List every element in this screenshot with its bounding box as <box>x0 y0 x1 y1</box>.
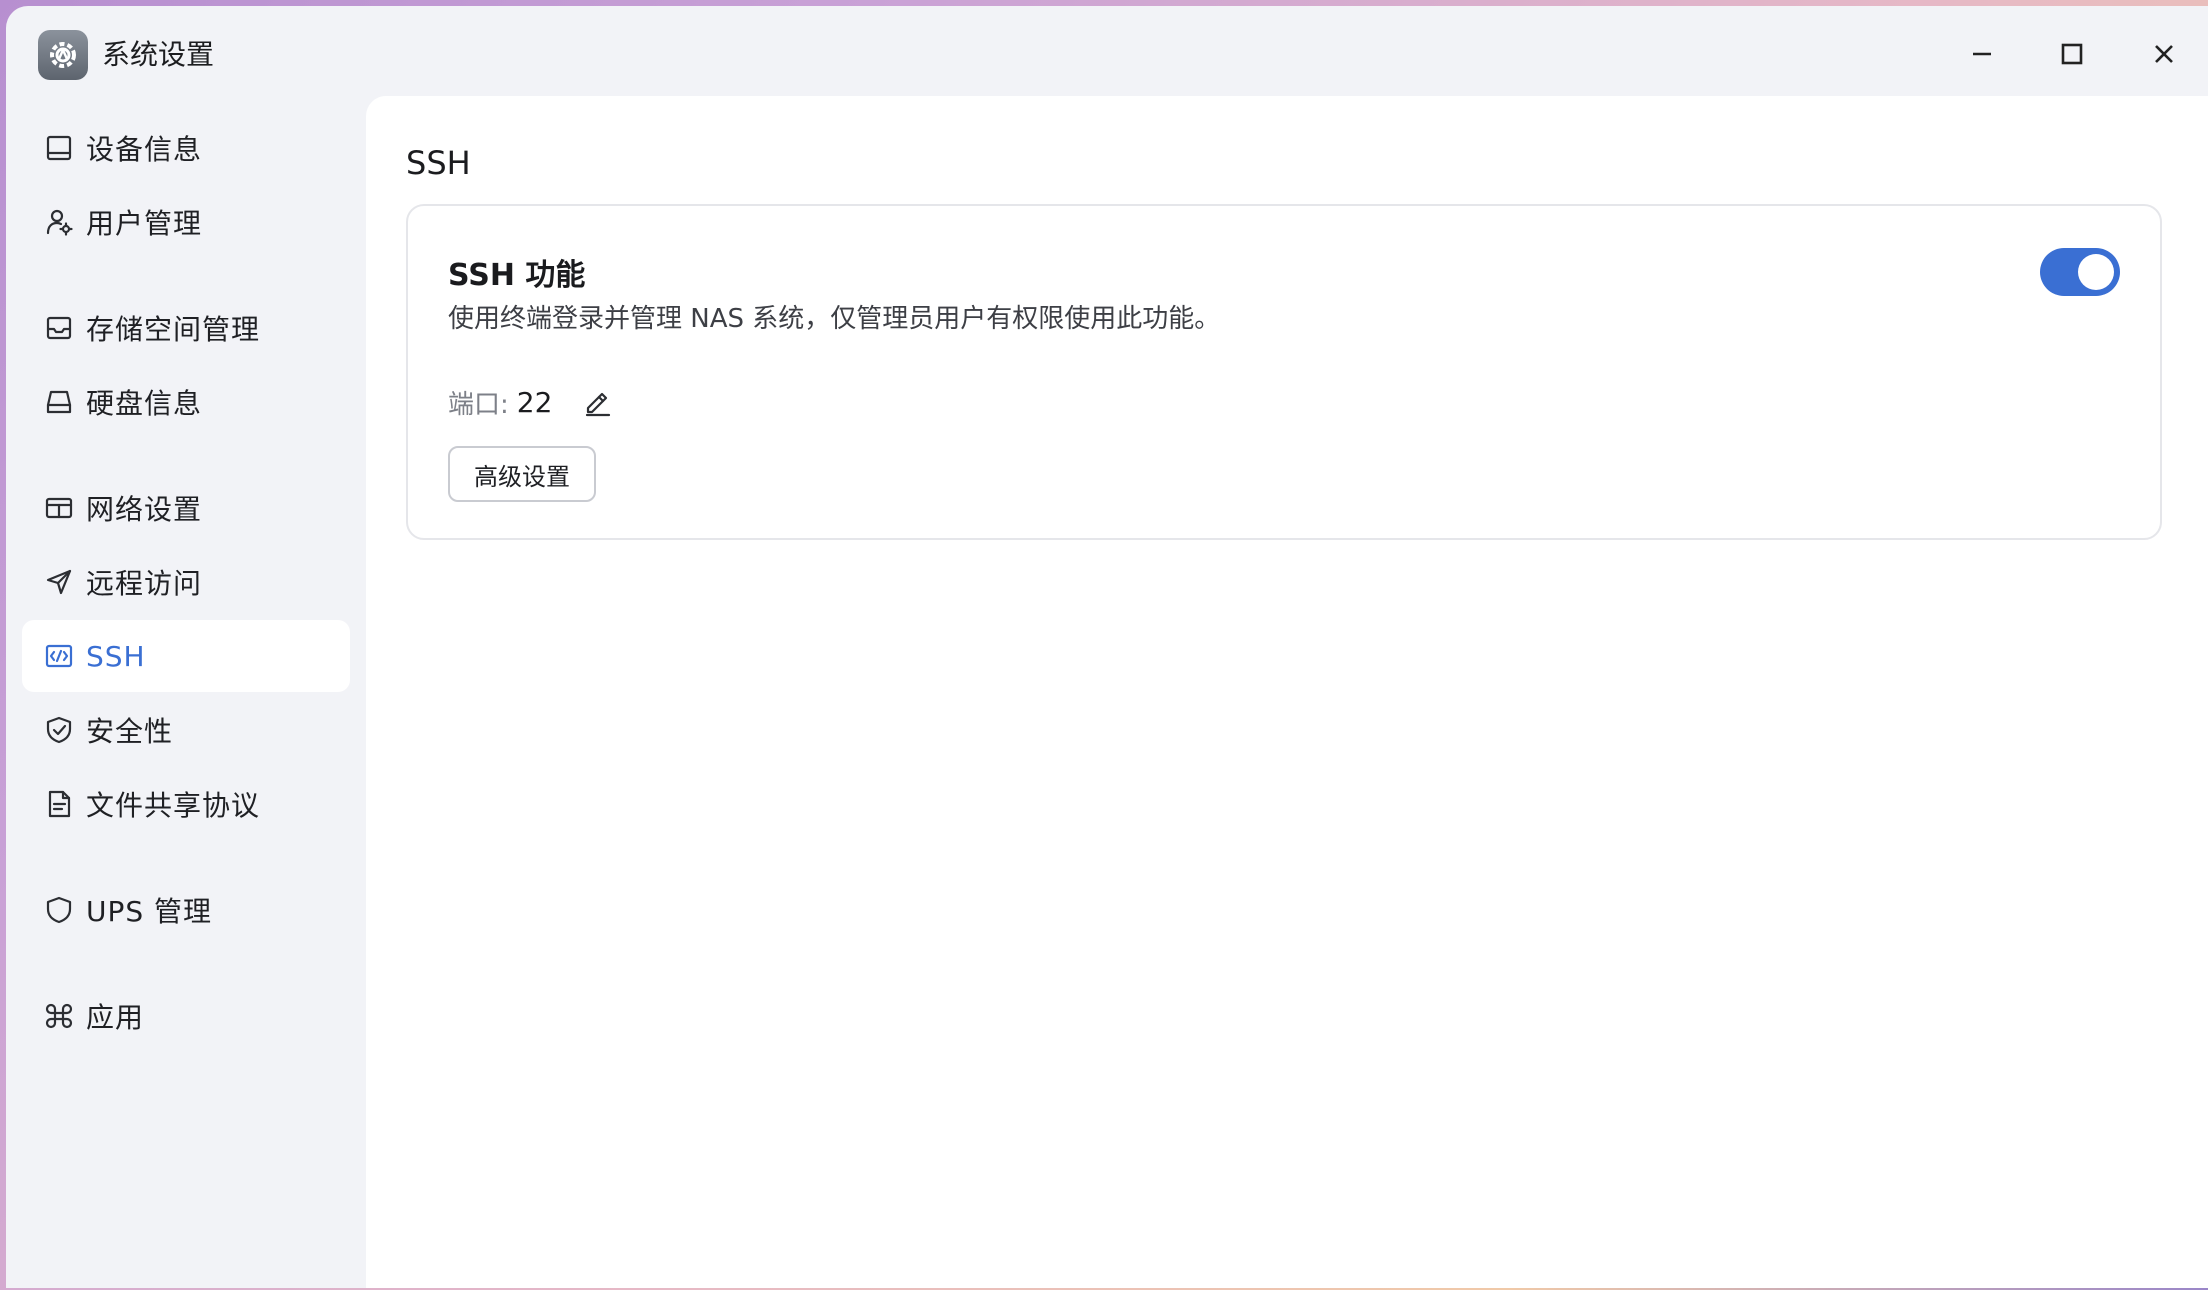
gear-icon <box>38 30 88 80</box>
page-title: SSH <box>406 144 471 182</box>
sidebar-item-storage[interactable]: 存储空间管理 <box>22 292 350 364</box>
shield-icon <box>44 895 74 925</box>
user-gear-icon <box>44 207 74 237</box>
sidebar-item-ups[interactable]: UPS 管理 <box>22 874 350 946</box>
settings-window: 系统设置 设备信息 用户管理 存储空间管理 硬盘信息 网络设置 远程访问 SSH… <box>6 6 2208 1288</box>
maximize-icon <box>2061 43 2083 65</box>
sidebar-item-remote-access[interactable]: 远程访问 <box>22 546 350 618</box>
sidebar-item-apps[interactable]: 应用 <box>22 980 350 1052</box>
shield-check-icon <box>44 715 74 745</box>
code-icon <box>44 641 74 671</box>
disk-icon <box>44 387 74 417</box>
ssh-card-title: SSH 功能 <box>448 258 586 293</box>
advanced-settings-button[interactable]: 高级设置 <box>448 446 596 502</box>
minimize-icon <box>1973 52 1991 56</box>
sidebar-item-label: 文件共享协议 <box>86 789 261 822</box>
sidebar-item-disk-info[interactable]: 硬盘信息 <box>22 366 350 438</box>
sidebar-item-device-info[interactable]: 设备信息 <box>22 112 350 184</box>
title-bar: 系统设置 <box>6 6 2208 96</box>
sidebar-item-label: 网络设置 <box>86 493 203 526</box>
edit-icon[interactable] <box>582 386 614 418</box>
command-icon <box>44 1001 74 1031</box>
minimize-button[interactable] <box>1960 32 2004 76</box>
sidebar-item-label: 应用 <box>86 1001 145 1034</box>
sidebar-item-label: 存储空间管理 <box>86 313 261 346</box>
window-title: 系统设置 <box>102 38 215 71</box>
sidebar-item-security[interactable]: 安全性 <box>22 694 350 766</box>
send-icon <box>44 567 74 597</box>
port-label: 端口: <box>448 389 509 420</box>
sidebar-item-label: 硬盘信息 <box>86 387 203 420</box>
sidebar-item-ssh[interactable]: SSH <box>22 620 350 692</box>
ssh-card-description: 使用终端登录并管理 NAS 系统，仅管理员用户有权限使用此功能。 <box>448 304 1221 334</box>
sidebar-item-label: SSH <box>86 639 146 673</box>
sidebar-item-label: 设备信息 <box>86 133 203 166</box>
sidebar-item-label: 安全性 <box>86 715 174 748</box>
port-value: 22 <box>516 385 553 419</box>
sidebar-item-user-management[interactable]: 用户管理 <box>22 186 350 258</box>
sidebar-item-label: UPS 管理 <box>86 895 213 928</box>
sidebar-item-label: 用户管理 <box>86 207 203 240</box>
ssh-card: SSH 功能 使用终端登录并管理 NAS 系统，仅管理员用户有权限使用此功能。 … <box>406 204 2162 540</box>
device-icon <box>44 133 74 163</box>
file-icon <box>44 789 74 819</box>
ssh-toggle[interactable] <box>2040 248 2120 296</box>
sidebar-item-file-sharing[interactable]: 文件共享协议 <box>22 768 350 840</box>
sidebar-item-label: 远程访问 <box>86 567 203 600</box>
main-panel: SSH SSH 功能 使用终端登录并管理 NAS 系统，仅管理员用户有权限使用此… <box>366 96 2208 1288</box>
port-row: 端口: 22 <box>448 382 614 422</box>
network-icon <box>44 493 74 523</box>
toggle-knob <box>2078 254 2114 290</box>
sidebar-item-network[interactable]: 网络设置 <box>22 472 350 544</box>
close-icon <box>2155 45 2173 63</box>
storage-icon <box>44 313 74 343</box>
maximize-button[interactable] <box>2050 32 2094 76</box>
close-button[interactable] <box>2142 32 2186 76</box>
sidebar: 设备信息 用户管理 存储空间管理 硬盘信息 网络设置 远程访问 SSH 安全性 … <box>6 96 366 1288</box>
